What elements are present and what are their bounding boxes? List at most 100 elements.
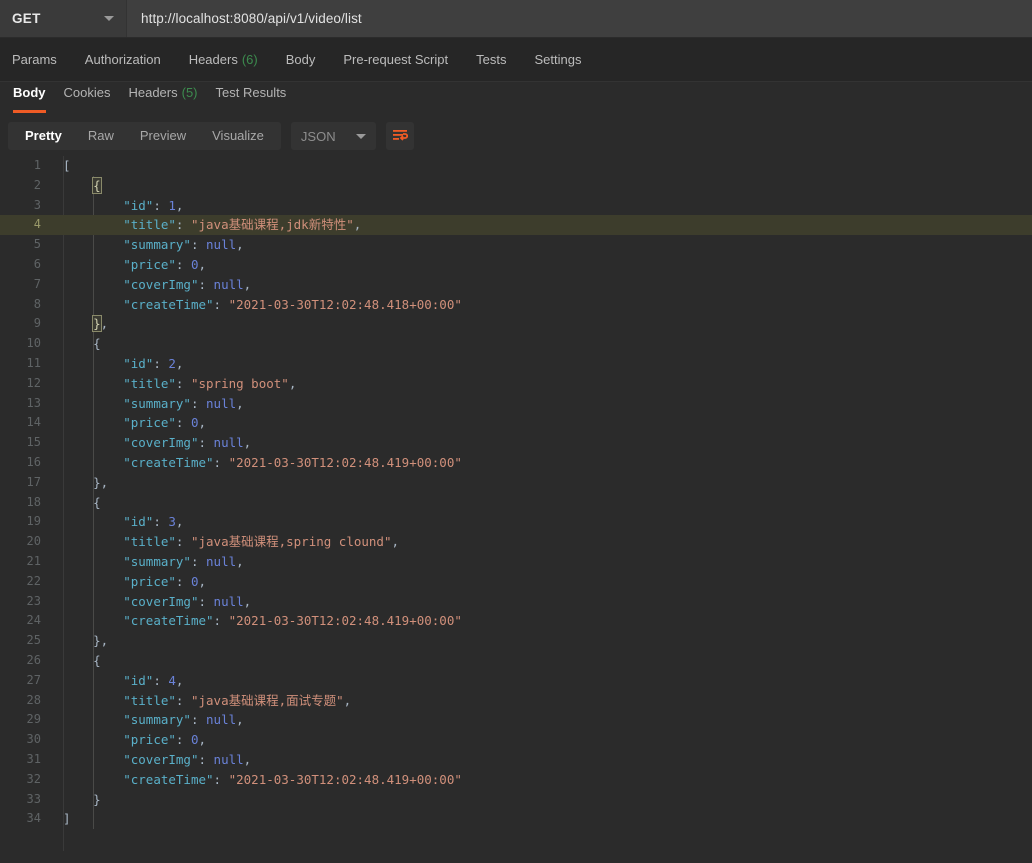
line-number: 7 <box>0 275 52 295</box>
code-line[interactable]: 1[ <box>0 156 1032 176</box>
code-line[interactable]: 9 }, <box>0 314 1032 334</box>
token-brace: } <box>93 316 101 331</box>
token-str: "java基础课程,jdk新特性" <box>191 217 354 232</box>
code-line[interactable]: 6 "price": 0, <box>0 255 1032 275</box>
token-punc: , <box>391 534 399 549</box>
token-str: "java基础课程,spring clound" <box>191 534 392 549</box>
view-mode-pretty[interactable]: Pretty <box>12 122 75 150</box>
code-line[interactable]: 24 "createTime": "2021-03-30T12:02:48.41… <box>0 611 1032 631</box>
code-line-text: "summary": null, <box>52 552 244 572</box>
code-line[interactable]: 16 "createTime": "2021-03-30T12:02:48.41… <box>0 453 1032 473</box>
code-line[interactable]: 11 "id": 2, <box>0 354 1032 374</box>
line-number: 16 <box>0 453 52 473</box>
token-punc: : <box>176 415 191 430</box>
code-line[interactable]: 34] <box>0 809 1032 829</box>
token-punc: : <box>176 693 191 708</box>
token-punc <box>63 732 123 747</box>
response-tab-cookies[interactable]: Cookies <box>64 82 111 113</box>
code-line-text: }, <box>52 314 108 334</box>
response-format-select[interactable]: JSON <box>291 122 376 150</box>
code-line[interactable]: 31 "coverImg": null, <box>0 750 1032 770</box>
token-punc <box>63 376 123 391</box>
request-tab-body[interactable]: Body <box>286 52 316 67</box>
response-tab-test-results[interactable]: Test Results <box>216 82 287 113</box>
view-mode-preview[interactable]: Preview <box>127 122 199 150</box>
token-punc: : <box>176 257 191 272</box>
request-tab-label: Authorization <box>85 52 161 67</box>
view-mode-raw[interactable]: Raw <box>75 122 127 150</box>
code-line[interactable]: 2 { <box>0 176 1032 196</box>
request-tab-pre-request-script[interactable]: Pre-request Script <box>343 52 448 67</box>
token-key: "coverImg" <box>123 277 198 292</box>
token-punc: : <box>214 455 229 470</box>
token-num: 3 <box>168 514 176 529</box>
response-tab-body[interactable]: Body <box>13 82 46 113</box>
code-line[interactable]: 23 "coverImg": null, <box>0 592 1032 612</box>
code-line[interactable]: 26 { <box>0 651 1032 671</box>
token-punc <box>63 594 123 609</box>
token-punc: : <box>176 376 191 391</box>
code-line[interactable]: 18 { <box>0 493 1032 513</box>
request-tab-settings[interactable]: Settings <box>534 52 581 67</box>
code-line[interactable]: 28 "title": "java基础课程,面试专题", <box>0 691 1032 711</box>
http-method-select[interactable]: GET <box>0 0 127 37</box>
token-punc: , <box>176 514 184 529</box>
code-line[interactable]: 25 }, <box>0 631 1032 651</box>
code-line[interactable]: 4 "title": "java基础课程,jdk新特性", <box>0 215 1032 235</box>
http-method-label: GET <box>12 11 98 26</box>
line-number: 28 <box>0 691 52 711</box>
token-punc <box>63 356 123 371</box>
code-line[interactable]: 5 "summary": null, <box>0 235 1032 255</box>
request-tab-count: (6) <box>242 52 258 67</box>
code-line[interactable]: 8 "createTime": "2021-03-30T12:02:48.418… <box>0 295 1032 315</box>
token-punc: : <box>153 198 168 213</box>
code-line[interactable]: 33 } <box>0 790 1032 810</box>
token-punc: : <box>198 752 213 767</box>
request-tab-authorization[interactable]: Authorization <box>85 52 161 67</box>
token-null: null <box>206 554 236 569</box>
code-line[interactable]: 21 "summary": null, <box>0 552 1032 572</box>
code-line[interactable]: 22 "price": 0, <box>0 572 1032 592</box>
code-line[interactable]: 14 "price": 0, <box>0 413 1032 433</box>
view-mode-visualize[interactable]: Visualize <box>199 122 277 150</box>
response-tab-headers[interactable]: Headers(5) <box>128 82 197 113</box>
token-punc <box>63 673 123 688</box>
code-line[interactable]: 30 "price": 0, <box>0 730 1032 750</box>
code-line[interactable]: 29 "summary": null, <box>0 710 1032 730</box>
token-punc: , <box>354 217 362 232</box>
code-line[interactable]: 20 "title": "java基础课程,spring clound", <box>0 532 1032 552</box>
code-line[interactable]: 7 "coverImg": null, <box>0 275 1032 295</box>
response-tabs: Body Cookies Headers(5) Test Results <box>0 82 1032 116</box>
response-body-code-viewer[interactable]: 1[2 {3 "id": 1,4 "title": "java基础课程,jdk新… <box>0 156 1032 851</box>
line-number: 25 <box>0 631 52 651</box>
token-str: "2021-03-30T12:02:48.419+00:00" <box>229 455 462 470</box>
token-key: "id" <box>123 356 153 371</box>
code-line-text: "id": 3, <box>52 512 183 532</box>
code-line[interactable]: 10 { <box>0 334 1032 354</box>
word-wrap-toggle-button[interactable] <box>386 122 414 150</box>
request-tab-params[interactable]: Params <box>12 52 57 67</box>
response-tab-count: (5) <box>182 85 198 100</box>
code-line[interactable]: 12 "title": "spring boot", <box>0 374 1032 394</box>
token-punc <box>63 693 123 708</box>
code-line[interactable]: 19 "id": 3, <box>0 512 1032 532</box>
request-tab-headers[interactable]: Headers(6) <box>189 52 258 67</box>
code-line[interactable]: 32 "createTime": "2021-03-30T12:02:48.41… <box>0 770 1032 790</box>
request-tab-label: Pre-request Script <box>343 52 448 67</box>
request-url-input[interactable]: http://localhost:8080/api/v1/video/list <box>127 0 1032 37</box>
code-line[interactable]: 17 }, <box>0 473 1032 493</box>
code-line[interactable]: 27 "id": 4, <box>0 671 1032 691</box>
token-punc: } <box>63 792 101 807</box>
token-punc: : <box>153 356 168 371</box>
code-line-text: "summary": null, <box>52 710 244 730</box>
code-line[interactable]: 15 "coverImg": null, <box>0 433 1032 453</box>
code-line-text: "title": "spring boot", <box>52 374 296 394</box>
token-punc <box>63 277 123 292</box>
code-line-text: "title": "java基础课程,spring clound", <box>52 532 399 552</box>
code-line[interactable]: 3 "id": 1, <box>0 196 1032 216</box>
token-key: "price" <box>123 574 176 589</box>
code-line-text: "summary": null, <box>52 235 244 255</box>
token-punc: , <box>176 198 184 213</box>
code-line[interactable]: 13 "summary": null, <box>0 394 1032 414</box>
request-tab-tests[interactable]: Tests <box>476 52 506 67</box>
